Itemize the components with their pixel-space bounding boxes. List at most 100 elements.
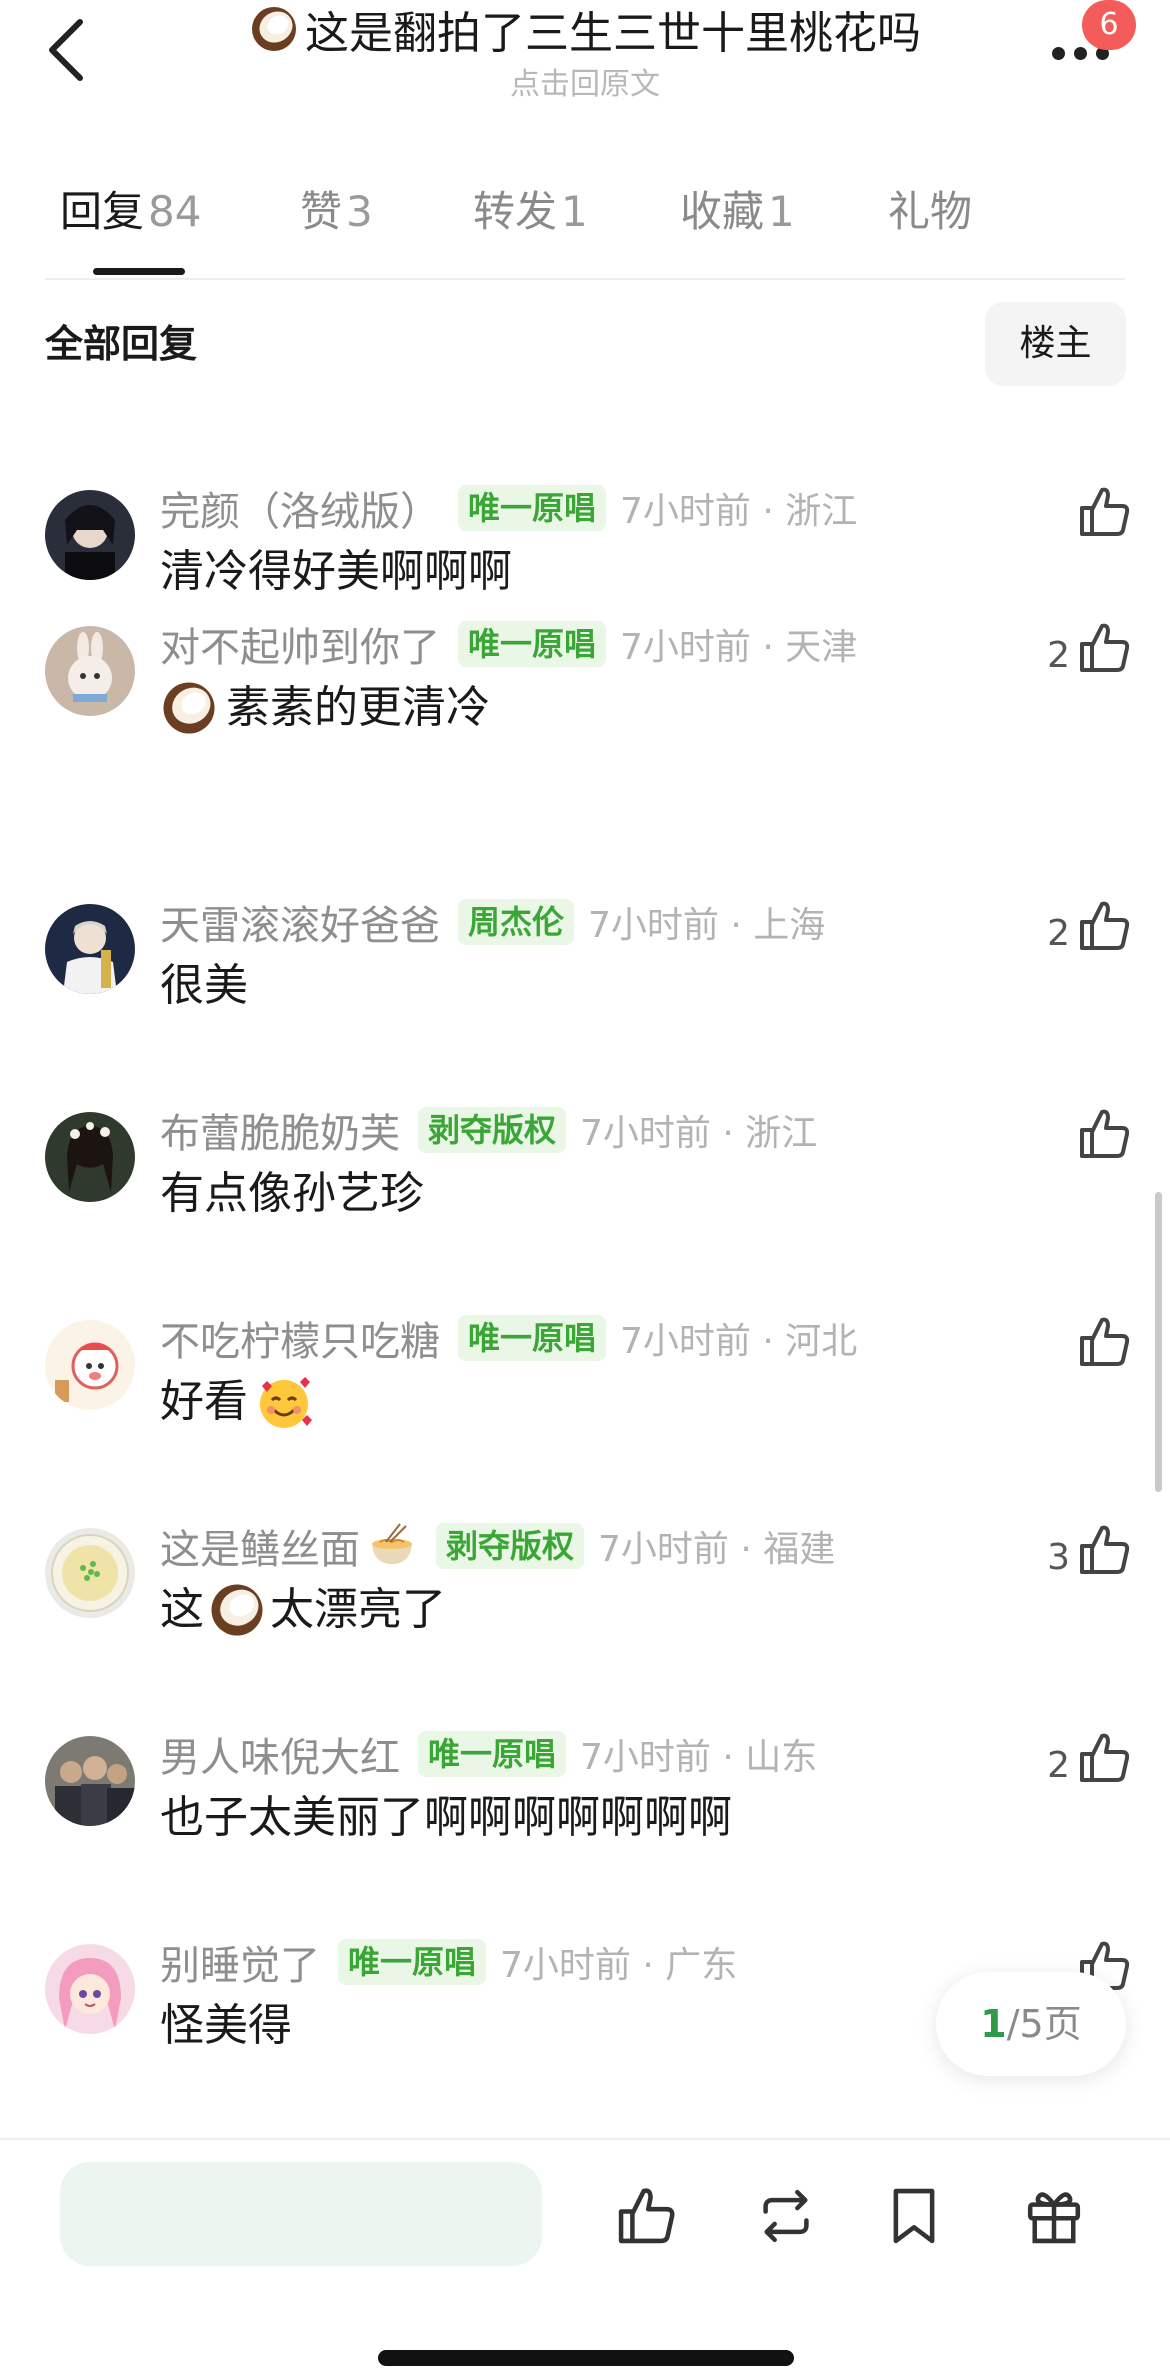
tab-gifts[interactable]: 礼物	[888, 182, 972, 242]
comment-time: 7小时前 · 山东	[580, 1737, 818, 1778]
comment-text-body: 很美	[160, 960, 248, 1011]
comment-meta: 男人味倪大红 唯一原唱 7小时前 · 山东	[160, 1724, 817, 1784]
username[interactable]: 布蕾脆脆奶芙	[160, 1101, 400, 1159]
comment-meta: 完颜（洛绒版） 唯一原唱 7小时前 · 浙江	[160, 478, 857, 538]
username[interactable]: 这是鳝丝面	[160, 1517, 360, 1575]
username[interactable]: 男人味倪大红	[160, 1725, 400, 1783]
noodle-bowl-icon	[372, 1523, 412, 1564]
thumbs-up-icon[interactable]	[1074, 1104, 1134, 1164]
user-tag: 唯一原唱	[458, 621, 607, 667]
comment-text-body: 好看	[160, 1376, 248, 1427]
user-tag: 剥夺版权	[436, 1523, 585, 1569]
comment-text[interactable]: 清冷得好美啊啊啊	[160, 540, 512, 604]
like-count: 2	[1047, 1745, 1070, 1786]
comment-meta: 对不起帅到你了 唯一原唱 7小时前 · 天津	[160, 614, 857, 674]
username[interactable]: 完颜（洛绒版）	[160, 479, 440, 537]
avatar[interactable]	[45, 490, 135, 580]
scrollbar[interactable]	[1155, 1192, 1162, 1492]
comment-text[interactable]: 怪美得	[160, 1994, 292, 2058]
active-tab-indicator	[93, 268, 185, 275]
user-tag: 唯一原唱	[458, 485, 607, 531]
like-count: 3	[1047, 1537, 1070, 1578]
tab-bar: 回复84 赞3 转发1 收藏1 礼物	[0, 170, 1170, 280]
comment-item: 不吃柠檬只吃糖 唯一原唱 7小时前 · 河北 好看	[0, 1315, 1170, 1510]
like-count: 2	[1047, 913, 1070, 954]
comment-text-after: 太漂亮了	[270, 1584, 446, 1635]
tab-favorites[interactable]: 收藏1	[680, 182, 795, 242]
post-title-area[interactable]: 这是翻拍了三生三世十里桃花吗 点击回原文	[180, 4, 990, 105]
page-indicator[interactable]: 1/5页	[936, 1972, 1126, 2076]
comment-text[interactable]: 素素的更清冷	[160, 676, 490, 740]
comment-text[interactable]: 好看	[160, 1370, 314, 1434]
top-bar: 这是翻拍了三生三世十里桃花吗 点击回原文 6	[0, 0, 1170, 130]
avatar[interactable]	[45, 904, 135, 994]
username[interactable]: 天雷滚滚好爸爸	[160, 893, 440, 951]
comment-item: 天雷滚滚好爸爸 周杰伦 7小时前 · 上海 很美 2	[0, 899, 1170, 1094]
comment-time: 7小时前 · 浙江	[580, 1113, 818, 1154]
divider	[0, 2138, 1170, 2140]
comment-text-body: 有点像孙艺珍	[160, 1168, 424, 1219]
total-pages: /5页	[1006, 2002, 1082, 2046]
thumbs-up-icon[interactable]	[1074, 1520, 1134, 1580]
comment-time: 7小时前 · 上海	[588, 905, 826, 946]
divider	[45, 278, 1125, 280]
tab-likes[interactable]: 赞3	[300, 182, 373, 242]
gift-icon[interactable]	[1020, 2182, 1088, 2250]
thumbs-up-icon[interactable]	[1074, 618, 1134, 678]
user-tag: 剥夺版权	[418, 1107, 567, 1153]
post-title[interactable]: 这是翻拍了三生三世十里桃花吗	[180, 4, 990, 69]
username[interactable]: 别睡觉了	[160, 1933, 320, 1991]
comment-time: 7小时前 · 福建	[598, 1529, 836, 1570]
avatar[interactable]	[45, 1112, 135, 1202]
avatar[interactable]	[45, 1944, 135, 2034]
comment-meta: 天雷滚滚好爸爸 周杰伦 7小时前 · 上海	[160, 892, 825, 952]
tab-reposts[interactable]: 转发1	[473, 182, 588, 242]
comment-text[interactable]: 很美	[160, 954, 248, 1018]
reply-input[interactable]	[60, 2162, 542, 2266]
user-tag: 周杰伦	[458, 899, 575, 945]
comment-meta: 布蕾脆脆奶芙 剥夺版权 7小时前 · 浙江	[160, 1100, 817, 1160]
comment-time: 7小时前 · 广东	[500, 1945, 738, 1986]
repost-icon[interactable]	[752, 2182, 820, 2250]
comment-meta: 别睡觉了 唯一原唱 7小时前 · 广东	[160, 1932, 737, 1992]
user-tag: 唯一原唱	[418, 1731, 567, 1777]
user-tag: 唯一原唱	[458, 1315, 607, 1361]
chevron-left-icon	[49, 19, 83, 81]
comment-item: 对不起帅到你了 唯一原唱 7小时前 · 天津 素素的更清冷 2	[0, 621, 1170, 816]
comment-text-body: 素素的更清冷	[226, 682, 490, 733]
back-to-post-link[interactable]: 点击回原文	[180, 65, 990, 105]
avatar[interactable]	[45, 1736, 135, 1826]
comment-item: 这是鳝丝面 剥夺版权 7小时前 · 福建 这 太漂亮了 3	[0, 1523, 1170, 1718]
avatar[interactable]	[45, 626, 135, 716]
user-tag: 唯一原唱	[338, 1939, 487, 1985]
username[interactable]: 不吃柠檬只吃糖	[160, 1309, 440, 1367]
notification-badge: 6	[1082, 0, 1136, 50]
comment-text[interactable]: 有点像孙艺珍	[160, 1162, 424, 1226]
avatar[interactable]	[45, 1320, 135, 1410]
bookmark-icon[interactable]	[880, 2182, 948, 2250]
tab-replies[interactable]: 回复84	[60, 182, 201, 242]
comment-item: 男人味倪大红 唯一原唱 7小时前 · 山东 也子太美丽了啊啊啊啊啊啊啊 2	[0, 1731, 1170, 1926]
thumbs-up-icon[interactable]	[612, 2182, 680, 2250]
all-replies-label: 全部回复	[45, 322, 198, 366]
thumbs-up-icon[interactable]	[1074, 896, 1134, 956]
thumbs-up-icon[interactable]	[1074, 1728, 1134, 1788]
coconut-emoji-icon	[211, 1584, 263, 1636]
avatar[interactable]	[45, 1528, 135, 1618]
coconut-emoji-icon	[249, 4, 299, 69]
comment-text[interactable]: 也子太美丽了啊啊啊啊啊啊啊	[160, 1786, 732, 1850]
thumbs-up-icon[interactable]	[1074, 482, 1134, 542]
current-page: 1	[980, 2002, 1007, 2046]
like-count: 2	[1047, 635, 1070, 676]
more-dot-icon	[1052, 47, 1065, 60]
thumbs-up-icon[interactable]	[1074, 1312, 1134, 1372]
more-dot-icon	[1074, 47, 1087, 60]
username[interactable]: 对不起帅到你了	[160, 615, 440, 673]
op-only-button[interactable]: 楼主	[985, 302, 1126, 386]
comment-text[interactable]: 这 太漂亮了	[160, 1578, 446, 1642]
comment-text-body: 也子太美丽了啊啊啊啊啊啊啊	[160, 1792, 732, 1843]
back-button[interactable]	[40, 14, 100, 86]
home-indicator[interactable]	[378, 2350, 794, 2366]
smiling-face-with-hearts-icon	[260, 1377, 312, 1428]
comment-text-before: 这	[160, 1584, 204, 1635]
